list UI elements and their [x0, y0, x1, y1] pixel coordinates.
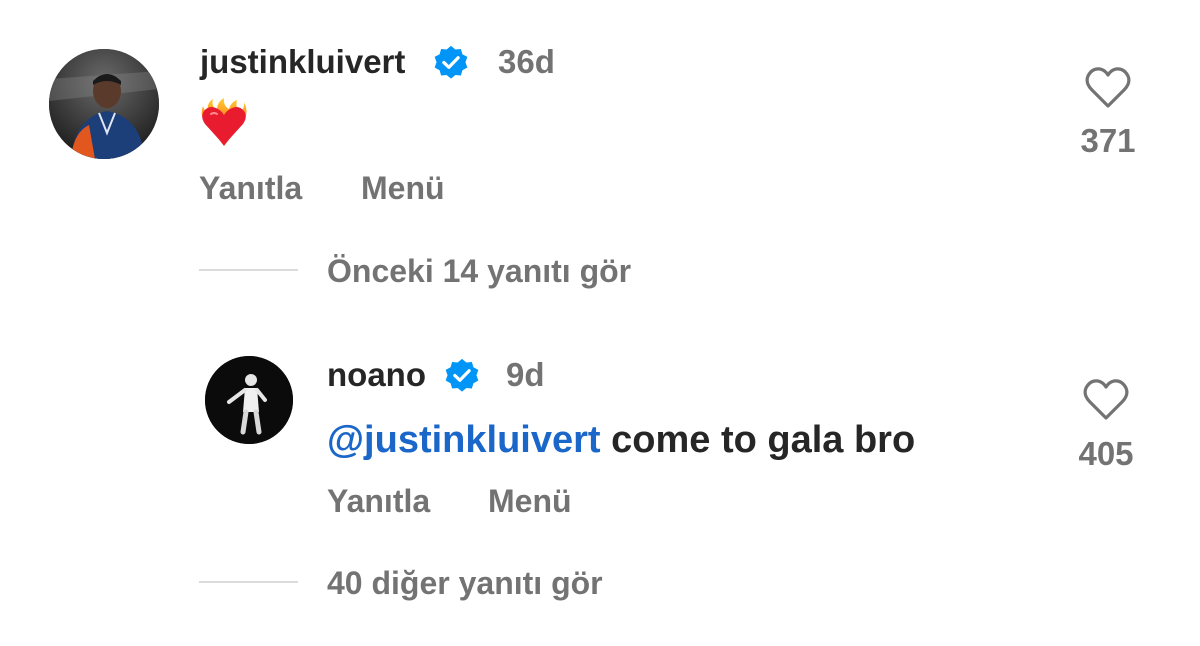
avatar-photo-icon [49, 49, 159, 159]
heart-on-fire-icon [201, 98, 247, 146]
view-more-replies-button[interactable]: 40 diğer yanıtı gör [327, 563, 603, 603]
replies-divider [199, 581, 298, 583]
mention-link[interactable]: @justinkluivert [327, 419, 601, 461]
comment-time: 36d [498, 43, 555, 80]
reply-comment: noano 9d @justinkluivert come to gala br… [0, 330, 1200, 646]
comment: justinkluivert 36d Yanıtla Menü 371 Önce… [0, 0, 1200, 330]
view-previous-replies-button[interactable]: Önceki 14 yanıtı gör [327, 251, 631, 291]
like-heart-icon[interactable] [1084, 66, 1132, 110]
like-count: 405 [1078, 435, 1134, 472]
avatar-photo-icon [205, 356, 293, 444]
reply-button[interactable]: Yanıtla [199, 168, 302, 208]
reply-time: 9d [506, 356, 545, 393]
reply-text: @justinkluivert come to gala bro [327, 417, 915, 463]
menu-button[interactable]: Menü [361, 168, 445, 208]
menu-button[interactable]: Menü [488, 481, 572, 521]
fire-heart-emoji [199, 98, 249, 150]
reply-body: come to gala bro [600, 419, 916, 461]
reply-avatar[interactable] [205, 356, 293, 444]
replies-divider [199, 269, 298, 271]
like-count: 371 [1080, 122, 1136, 159]
comment-username[interactable]: justinkluivert [200, 42, 405, 82]
reply-username[interactable]: noano [327, 355, 426, 395]
verified-badge-icon [432, 44, 470, 82]
verified-badge-icon [443, 357, 481, 395]
reply-button[interactable]: Yanıtla [327, 481, 430, 521]
like-heart-icon[interactable] [1082, 378, 1130, 422]
avatar[interactable] [49, 49, 159, 159]
